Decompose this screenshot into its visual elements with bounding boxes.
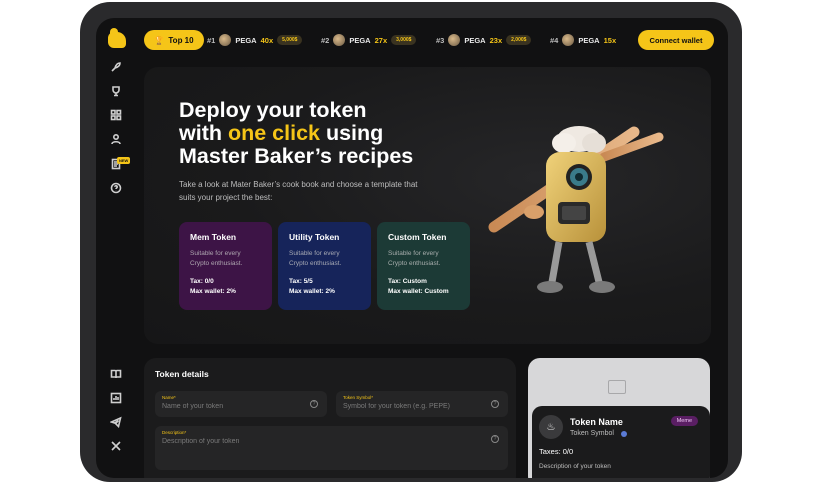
symbol-input[interactable] xyxy=(343,403,478,410)
ticker-rank: #1 xyxy=(207,35,216,45)
ticker-name: PEGA xyxy=(349,35,371,45)
avatar xyxy=(219,34,232,46)
x-icon[interactable] xyxy=(109,440,123,454)
token-details-panel: Token details Name* ? Token Symbol* ? De… xyxy=(144,358,516,478)
description-input[interactable] xyxy=(162,438,451,445)
user-icon[interactable] xyxy=(109,133,123,147)
card-description: Suitable for every Crypto enthusiast. xyxy=(388,250,441,267)
baker-avatar-icon: ♨ xyxy=(539,415,563,439)
card-max-wallet: Max wallet: 2% xyxy=(190,288,236,295)
app-screen: NEW 🏆 Top 10 #1 PEGA 40x 5,000$ #2 PEGA … xyxy=(96,18,728,478)
trophy-icon: 🏆 xyxy=(154,35,165,45)
card-tax: Tax: 0/0 xyxy=(190,278,214,285)
token-name: Token Name xyxy=(570,417,623,427)
help-icon[interactable]: ? xyxy=(491,400,499,408)
field-label: Token Symbol* xyxy=(343,395,374,400)
ticker-multiplier: 23x xyxy=(489,35,503,45)
help-icon[interactable] xyxy=(109,182,123,196)
ticker-rank: #3 xyxy=(436,35,445,45)
hero-title-line: Master Baker’s recipes xyxy=(179,144,414,168)
ticker-price: 2,000$ xyxy=(506,35,532,45)
token-type-badge: Meme xyxy=(670,416,698,426)
connect-wallet-button[interactable]: Connect wallet xyxy=(638,30,714,50)
help-icon[interactable]: ? xyxy=(491,435,499,443)
hero-title-line: with one click using xyxy=(179,121,384,145)
token-preview-panel: ♨ Token Name Token Symbol Meme Taxes: 0/… xyxy=(528,358,710,478)
info-icon xyxy=(621,431,627,437)
book-icon[interactable] xyxy=(109,368,123,382)
ticker-multiplier: 40x xyxy=(260,35,274,45)
help-icon[interactable]: ? xyxy=(310,400,318,408)
description-field[interactable]: Description* ? xyxy=(155,426,508,470)
telegram-icon[interactable] xyxy=(109,416,123,430)
ticker-item[interactable]: #1 PEGA 40x 5,000$ xyxy=(207,30,303,50)
ticker-name: PEGA xyxy=(464,35,486,45)
card-tax: Tax: 5/5 xyxy=(289,278,313,285)
chart-icon[interactable] xyxy=(109,392,123,406)
top10-button[interactable]: 🏆 Top 10 xyxy=(144,30,204,50)
image-placeholder-icon[interactable] xyxy=(608,380,626,394)
trophy-icon[interactable] xyxy=(109,85,123,99)
logo-icon[interactable] xyxy=(108,28,126,48)
ticker-rank: #2 xyxy=(321,35,330,45)
sidebar: NEW xyxy=(96,18,136,478)
card-description: Suitable for every Crypto enthusiast. xyxy=(190,250,243,267)
hero-title-accent: one click xyxy=(227,121,320,145)
field-label: Description* xyxy=(162,430,187,435)
hero-subtitle: Take a look at Mater Baker’s cook book a… xyxy=(179,180,418,202)
ticker-item[interactable]: #4 PEGA 15x xyxy=(550,30,616,50)
section-title: Token details xyxy=(155,369,209,379)
field-label: Name* xyxy=(162,395,176,400)
custom-token-card[interactable]: Custom Token Suitable for every Crypto e… xyxy=(377,222,470,310)
ticker-name: PEGA xyxy=(578,35,600,45)
hero-title: Deploy your token with one click using M… xyxy=(179,99,479,168)
name-input[interactable] xyxy=(162,403,297,410)
ticker-name: PEGA xyxy=(235,35,257,45)
ticker-item[interactable]: #2 PEGA 27x 3,000$ xyxy=(321,30,417,50)
card-title: Utility Token xyxy=(289,232,340,242)
grid-icon[interactable] xyxy=(109,109,123,123)
avatar xyxy=(562,34,575,46)
ticker-item[interactable]: #3 PEGA 23x 2,000$ xyxy=(436,30,532,50)
token-taxes: Taxes: 0/0 xyxy=(539,447,574,456)
name-field[interactable]: Name* ? xyxy=(155,391,327,417)
ticker-rank: #4 xyxy=(550,35,559,45)
card-max-wallet: Max wallet: Custom xyxy=(388,288,449,295)
card-title: Custom Token xyxy=(388,232,447,242)
card-max-wallet: Max wallet: 2% xyxy=(289,288,335,295)
card-title: Mem Token xyxy=(190,232,237,242)
meme-token-card[interactable]: Mem Token Suitable for every Crypto enth… xyxy=(179,222,272,310)
rocket-icon[interactable] xyxy=(109,61,123,75)
top10-label: Top 10 xyxy=(168,35,194,45)
token-preview-card: ♨ Token Name Token Symbol Meme Taxes: 0/… xyxy=(532,406,710,478)
ticker-price: 5,000$ xyxy=(277,35,303,45)
avatar xyxy=(333,34,346,46)
ticker-multiplier: 27x xyxy=(374,35,388,45)
hero-section: Deploy your token with one click using M… xyxy=(144,67,711,344)
hero-title-line: Deploy your token xyxy=(179,98,367,122)
symbol-field[interactable]: Token Symbol* ? xyxy=(336,391,508,417)
ticker-price: 3,000$ xyxy=(391,35,417,45)
card-description: Suitable for every Crypto enthusiast. xyxy=(289,250,342,267)
token-symbol: Token Symbol xyxy=(570,430,614,437)
baker-mascot-illustration xyxy=(488,126,664,293)
top-bar: 🏆 Top 10 #1 PEGA 40x 5,000$ #2 PEGA 27x … xyxy=(144,30,714,50)
new-badge: NEW xyxy=(117,157,131,164)
card-tax: Tax: Custom xyxy=(388,278,427,285)
utility-token-card[interactable]: Utility Token Suitable for every Crypto … xyxy=(278,222,371,310)
avatar xyxy=(448,34,461,46)
ticker-multiplier: 15x xyxy=(603,35,617,45)
